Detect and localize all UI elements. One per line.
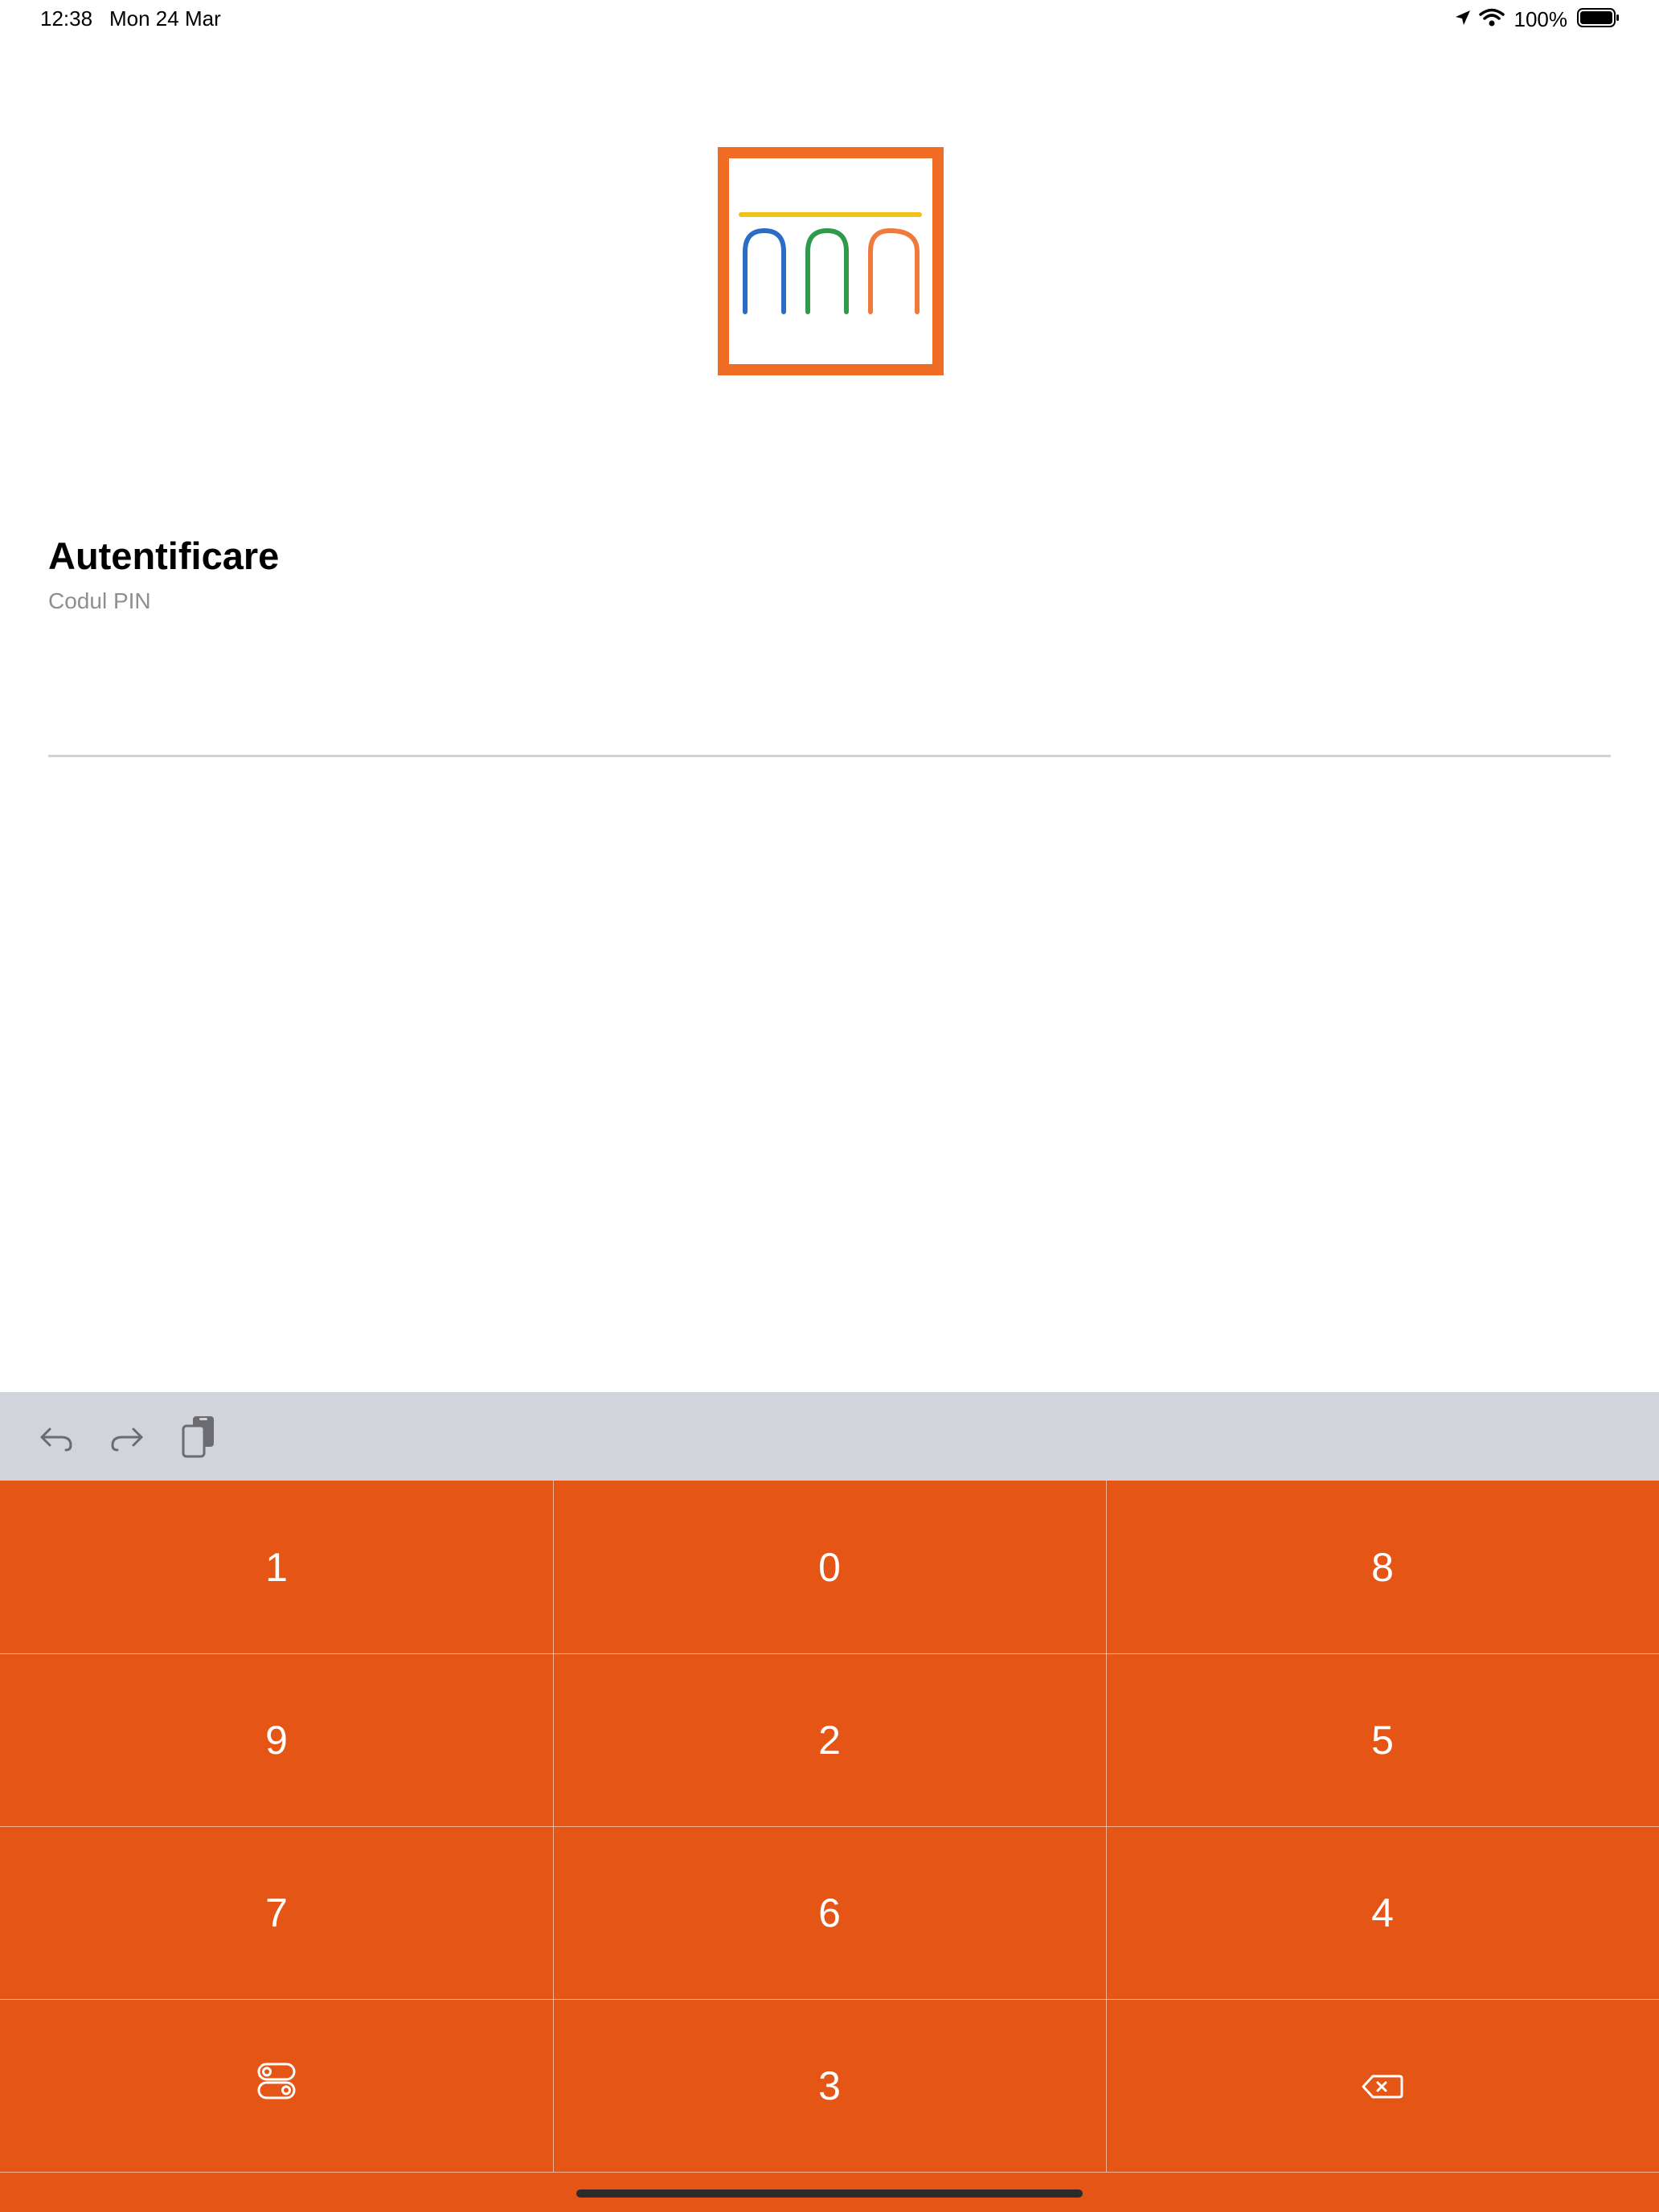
status-indicators: 100% [1453, 6, 1621, 32]
redo-icon[interactable] [104, 1415, 150, 1460]
pin-label: Codul PIN [48, 588, 151, 613]
status-bar: 12:38 Mon 24 Mar 100% [0, 0, 1659, 39]
key-button[interactable]: 6 [553, 1826, 1106, 1999]
key-button[interactable]: 5 [1106, 1653, 1659, 1826]
key-button[interactable]: 8 [1106, 1481, 1659, 1653]
key-button[interactable]: 2 [553, 1653, 1106, 1826]
key-button[interactable]: 7 [0, 1826, 553, 1999]
switch-toggle-key[interactable] [0, 1999, 553, 2172]
page-title: Autentificare [48, 535, 280, 577]
pin-login-screen: 12:38 Mon 24 Mar 100% Autentificare Codu… [0, 0, 1659, 2212]
key-button[interactable]: 9 [0, 1653, 553, 1826]
pin-keypad: 1 0 8 9 2 5 7 6 4 3 [0, 1481, 1659, 2212]
delete-key[interactable] [1106, 1999, 1659, 2172]
paste-icon[interactable] [177, 1415, 222, 1460]
key-button[interactable]: 4 [1106, 1826, 1659, 1999]
keyboard-shortcut-bar [0, 1392, 1659, 1481]
key-button[interactable]: 1 [0, 1481, 553, 1653]
wifi-icon [1478, 8, 1505, 31]
undo-icon[interactable] [34, 1415, 79, 1460]
battery-percent: 100% [1514, 6, 1568, 31]
pin-input[interactable] [48, 635, 1611, 757]
home-indicator[interactable] [576, 2189, 1083, 2198]
battery-icon [1577, 7, 1620, 32]
keypad-divider [0, 2172, 1659, 2173]
key-button[interactable]: 3 [553, 1999, 1106, 2172]
status-time: 12:38 [40, 6, 93, 31]
status-date: Mon 24 Mar [109, 6, 221, 31]
key-button[interactable]: 0 [553, 1481, 1106, 1653]
delete-backspace-icon [1362, 2062, 1403, 2109]
switch-toggle-icon [256, 2061, 297, 2111]
location-arrow-icon [1453, 8, 1473, 31]
bank-logo [718, 147, 944, 375]
